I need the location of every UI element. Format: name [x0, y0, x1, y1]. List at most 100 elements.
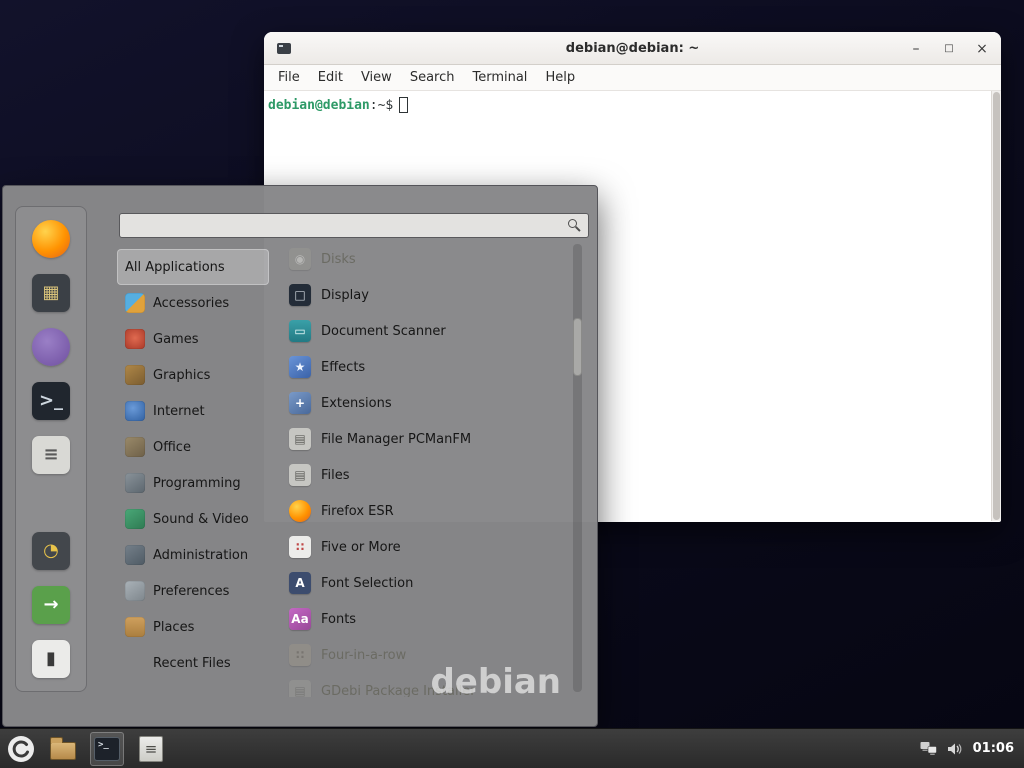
favorite-firefox[interactable] — [28, 217, 74, 261]
app-document-scanner[interactable]: ▭ Document Scanner — [283, 313, 567, 349]
category-administration[interactable]: Administration — [117, 537, 269, 573]
taskbar-clock[interactable]: 01:06 — [973, 741, 1014, 756]
favorite-pidgin[interactable] — [28, 325, 74, 369]
menu-file[interactable]: File — [269, 65, 309, 91]
taskbar-launchers: >_ ≡ — [46, 732, 168, 766]
favorite-icon: ▮ — [32, 640, 70, 678]
volume-icon[interactable] — [947, 742, 963, 756]
search-input[interactable] — [119, 213, 589, 238]
app-display[interactable]: □ Display — [283, 277, 567, 313]
menu-search[interactable]: Search — [401, 65, 464, 91]
launcher-text-editor[interactable]: ≡ — [134, 732, 168, 766]
app-label: Four-in-a-row — [321, 648, 406, 663]
app-icon: ▭ — [289, 320, 311, 342]
app-icon: ∷ — [289, 644, 311, 666]
category-recent-files[interactable]: Recent Files — [117, 645, 269, 681]
favorites-panel: ▦ >_ — [15, 206, 87, 692]
category-label: Internet — [153, 404, 205, 419]
debian-watermark: debian — [430, 662, 561, 702]
network-icon[interactable] — [920, 741, 937, 756]
category-programming[interactable]: Programming — [117, 465, 269, 501]
app-icon: A — [289, 572, 311, 594]
app-effects[interactable]: ★ Effects — [283, 349, 567, 385]
app-icon — [289, 500, 311, 522]
category-graphics[interactable]: Graphics — [117, 357, 269, 393]
category-icon — [125, 545, 145, 565]
category-icon — [125, 293, 145, 313]
app-list-scrollbar-thumb[interactable] — [573, 318, 582, 376]
app-label: Files — [321, 468, 350, 483]
terminal-scrollbar-thumb[interactable] — [993, 92, 1000, 520]
terminal-titlebar[interactable]: debian@debian: ~ – □ × — [264, 32, 1001, 65]
app-disks[interactable]: ◉ Disks — [283, 241, 567, 277]
favorite-shutdown[interactable]: ▮ — [28, 637, 74, 681]
category-accessories[interactable]: Accessories — [117, 285, 269, 321]
window-controls: – □ × — [907, 32, 991, 65]
favorite-photos[interactable]: ▦ — [28, 271, 74, 315]
category-list: All Applications Accessories Games Graph… — [117, 249, 269, 681]
app-label: Firefox ESR — [321, 504, 394, 519]
menu-terminal[interactable]: Terminal — [463, 65, 536, 91]
favorite-text-editor[interactable]: ≡ — [28, 433, 74, 477]
favorite-lock-screen[interactable]: ◔ — [28, 529, 74, 573]
terminal-window-icon — [277, 43, 291, 54]
category-label: Preferences — [153, 584, 229, 599]
menu-edit[interactable]: Edit — [309, 65, 352, 91]
category-icon — [125, 509, 145, 529]
favorite-icon: ◔ — [32, 532, 70, 570]
search-box — [119, 213, 589, 238]
app-font-selection[interactable]: A Font Selection — [283, 565, 567, 601]
system-tray: 01:06 — [920, 741, 1024, 756]
favorite-terminal[interactable]: >_ — [28, 379, 74, 423]
favorite-logout[interactable]: → — [28, 583, 74, 627]
category-preferences[interactable]: Preferences — [117, 573, 269, 609]
launcher-terminal[interactable]: >_ — [90, 732, 124, 766]
category-internet[interactable]: Internet — [117, 393, 269, 429]
menu-logo-icon — [7, 735, 35, 763]
app-fonts[interactable]: Aa Fonts — [283, 601, 567, 637]
favorite-icon: ▦ — [32, 274, 70, 312]
app-label: Disks — [321, 252, 356, 267]
favorite-icon: ≡ — [32, 436, 70, 474]
app-menu: ▦ >_ — [2, 185, 598, 727]
category-all-applications[interactable]: All Applications — [117, 249, 269, 285]
menu-view[interactable]: View — [352, 65, 401, 91]
category-label: Administration — [153, 548, 248, 563]
minimize-button[interactable]: – — [907, 40, 925, 58]
app-label: Effects — [321, 360, 365, 375]
app-icon: ◉ — [289, 248, 311, 270]
close-button[interactable]: × — [973, 40, 991, 58]
app-label: Document Scanner — [321, 324, 446, 339]
launcher-file-manager[interactable] — [46, 732, 80, 766]
prompt-user: debian@debian — [268, 98, 370, 113]
category-icon — [125, 401, 145, 421]
favorite-icon: >_ — [32, 382, 70, 420]
app-file-manager-pcmanfm[interactable]: ▤ File Manager PCManFM — [283, 421, 567, 457]
category-label: Programming — [153, 476, 241, 491]
terminal-title: debian@debian: ~ — [566, 41, 699, 56]
menu-button[interactable] — [6, 734, 36, 764]
launcher-icon — [50, 742, 76, 760]
taskbar: >_ ≡ 01:06 — [0, 728, 1024, 768]
maximize-button[interactable]: □ — [940, 40, 958, 58]
app-list-scrollbar[interactable] — [573, 244, 582, 692]
category-office[interactable]: Office — [117, 429, 269, 465]
category-sound-video[interactable]: Sound & Video — [117, 501, 269, 537]
app-files[interactable]: ▤ Files — [283, 457, 567, 493]
category-games[interactable]: Games — [117, 321, 269, 357]
app-icon: ▤ — [289, 680, 311, 697]
terminal-scrollbar[interactable] — [991, 91, 1001, 521]
category-places[interactable]: Places — [117, 609, 269, 645]
menu-help[interactable]: Help — [536, 65, 584, 91]
app-extensions[interactable]: + Extensions — [283, 385, 567, 421]
app-label: File Manager PCManFM — [321, 432, 471, 447]
favorite-icon: → — [32, 586, 70, 624]
app-firefox-esr[interactable]: Firefox ESR — [283, 493, 567, 529]
category-label: Places — [153, 620, 194, 635]
app-label: Five or More — [321, 540, 401, 555]
category-label: Accessories — [153, 296, 229, 311]
app-five-or-more[interactable]: ∷ Five or More — [283, 529, 567, 565]
prompt-symbol: $ — [385, 98, 393, 113]
category-label: Games — [153, 332, 198, 347]
app-icon: ▤ — [289, 464, 311, 486]
